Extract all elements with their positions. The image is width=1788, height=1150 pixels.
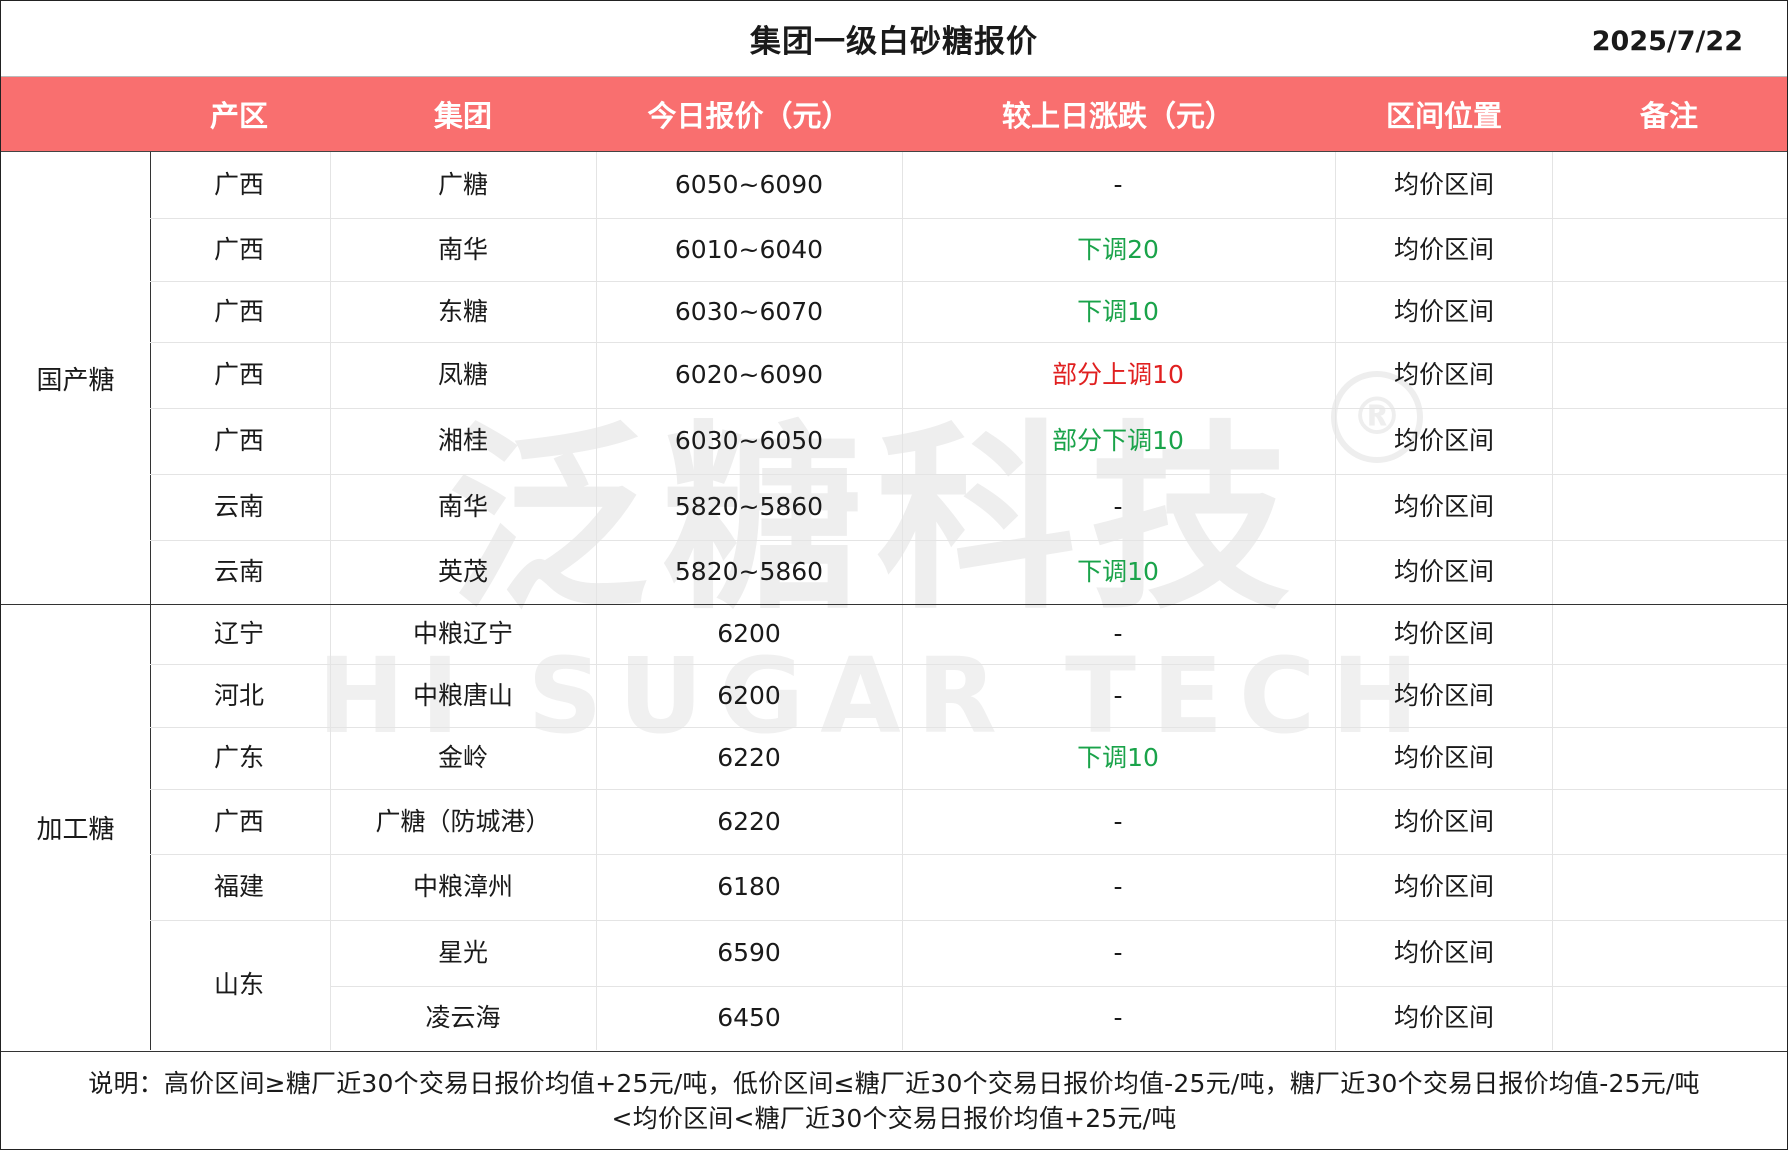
change-cell: 下调20 <box>1077 235 1159 264</box>
remark-cell <box>1519 281 1787 342</box>
group-cell: 中粮漳州 <box>412 872 513 901</box>
change-cell: - <box>1113 1003 1123 1032</box>
price-cell: 6450 <box>717 1003 781 1032</box>
remark-cell <box>1519 789 1787 854</box>
group-cell: 中粮唐山 <box>412 681 513 710</box>
group-cell: 南华 <box>437 492 488 521</box>
title-bar: 集团一级白砂糖报价 2025/7/22 <box>1 1 1787 77</box>
price-cell: 5820~5860 <box>674 557 824 586</box>
header-price: 今日报价（元） <box>647 99 851 133</box>
remark-cell <box>1519 727 1787 789</box>
remark-cell <box>1519 474 1787 540</box>
price-cell: 6220 <box>717 807 781 836</box>
change-cell: - <box>1113 938 1123 967</box>
group-cell: 东糖 <box>437 297 488 326</box>
remark-cell <box>1519 604 1787 664</box>
change-cell: 下调10 <box>1077 743 1159 772</box>
change-cell: - <box>1113 681 1123 710</box>
group-cell: 凤糖 <box>437 360 488 389</box>
remark-cell <box>1519 664 1787 727</box>
change-cell: 部分下调10 <box>1052 426 1184 455</box>
price-cell: 6220 <box>717 743 781 772</box>
group-cell: 中粮辽宁 <box>412 619 513 648</box>
price-cell: 6200 <box>717 619 781 648</box>
group-cell: 金岭 <box>437 743 488 772</box>
group-cell: 英茂 <box>437 557 488 586</box>
remark-cell <box>1519 218 1787 281</box>
column-divider <box>902 152 903 1050</box>
remark-cell <box>1519 854 1787 920</box>
remark-cell <box>1519 986 1787 1050</box>
price-cell: 6030~6070 <box>674 297 824 326</box>
price-table-sheet: 集团一级白砂糖报价 2025/7/22 产区 集团 今日报价（元） 较上日涨跌（元）区… <box>0 0 1788 1150</box>
group-cell: 广糖（防城港） <box>375 807 551 836</box>
footnote: 说明：高价区间≥糖厂近30个交易日报价均值+25元/吨，低价区间≤糖厂近30个交… <box>1 1051 1787 1149</box>
change-cell: - <box>1113 492 1123 521</box>
footnote-line-2: <均价区间<糖厂近30个交易日报价均值+25元/吨 <box>611 1104 1177 1133</box>
price-cell: 6050~6090 <box>674 170 824 199</box>
report-date: 2025/7/22 <box>1591 26 1743 57</box>
price-cell: 6030~6050 <box>674 426 824 455</box>
remark-cell <box>1519 152 1787 218</box>
table-header: 产区 集团 今日报价（元） 较上日涨跌（元） 区间位置 备注 <box>1 77 1787 152</box>
price-cell: 5820~5860 <box>674 492 824 521</box>
group-cell: 广糖 <box>437 170 488 199</box>
change-cell: - <box>1113 619 1123 648</box>
header-remark: 备注 <box>1639 99 1698 133</box>
footnote-line-1: 说明：高价区间≥糖厂近30个交易日报价均值+25元/吨，低价区间≤糖厂近30个交… <box>88 1069 1700 1098</box>
price-cell: 6200 <box>717 681 781 710</box>
change-cell: - <box>1113 807 1123 836</box>
remark-cell <box>1519 920 1787 986</box>
change-cell: 下调10 <box>1077 297 1159 326</box>
change-cell: 部分上调10 <box>1052 360 1184 389</box>
remark-cell <box>1519 540 1787 604</box>
change-cell: - <box>1113 170 1123 199</box>
price-cell: 6590 <box>717 938 781 967</box>
group-cell: 南华 <box>437 235 488 264</box>
price-cell: 6180 <box>717 872 781 901</box>
page-title: 集团一级白砂糖报价 <box>750 24 1038 60</box>
change-cell: - <box>1113 872 1123 901</box>
remark-cell <box>1519 408 1787 474</box>
price-cell: 6020~6090 <box>674 360 824 389</box>
region-cell-merged: 山东 <box>213 970 264 999</box>
price-cell: 6010~6040 <box>674 235 824 264</box>
table-body: 国产糖 广西 广糖 6050~6090- 均价区间 广西 南华 6010~6040 下调20 均价… <box>1 152 1787 1050</box>
remark-cell <box>1519 342 1787 408</box>
change-cell: 下调10 <box>1077 557 1159 586</box>
group-cell: 湘桂 <box>437 426 488 455</box>
header-change: 较上日涨跌（元） <box>1001 99 1234 133</box>
